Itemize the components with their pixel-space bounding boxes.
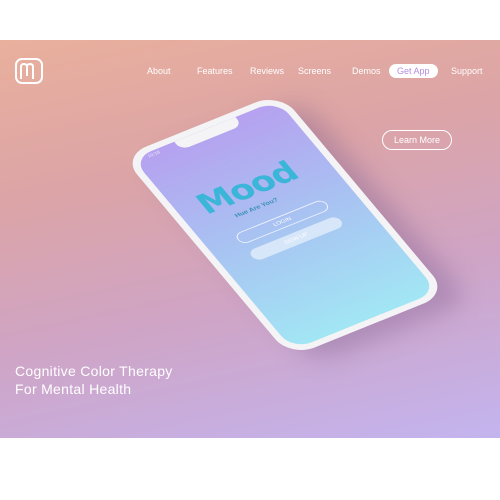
- nav-support[interactable]: Support: [451, 64, 483, 78]
- top-nav: About Features Reviews Screens Demos Get…: [0, 64, 500, 84]
- nav-demos[interactable]: Demos: [352, 64, 381, 78]
- hero-section: About Features Reviews Screens Demos Get…: [0, 40, 500, 438]
- headline-line-2: For Mental Health: [15, 381, 132, 397]
- nav-reviews[interactable]: Reviews: [250, 64, 284, 78]
- nav-features[interactable]: Features: [197, 64, 233, 78]
- status-time: 10:18: [146, 150, 162, 159]
- nav-get-app-button[interactable]: Get App: [389, 64, 438, 78]
- nav-about[interactable]: About: [147, 64, 171, 78]
- learn-more-button[interactable]: Learn More: [382, 130, 452, 150]
- hero-headline: Cognitive Color Therapy For Mental Healt…: [15, 362, 173, 398]
- nav-screens[interactable]: Screens: [298, 64, 331, 78]
- phone-notch: [174, 117, 243, 151]
- headline-line-1: Cognitive Color Therapy: [15, 363, 173, 379]
